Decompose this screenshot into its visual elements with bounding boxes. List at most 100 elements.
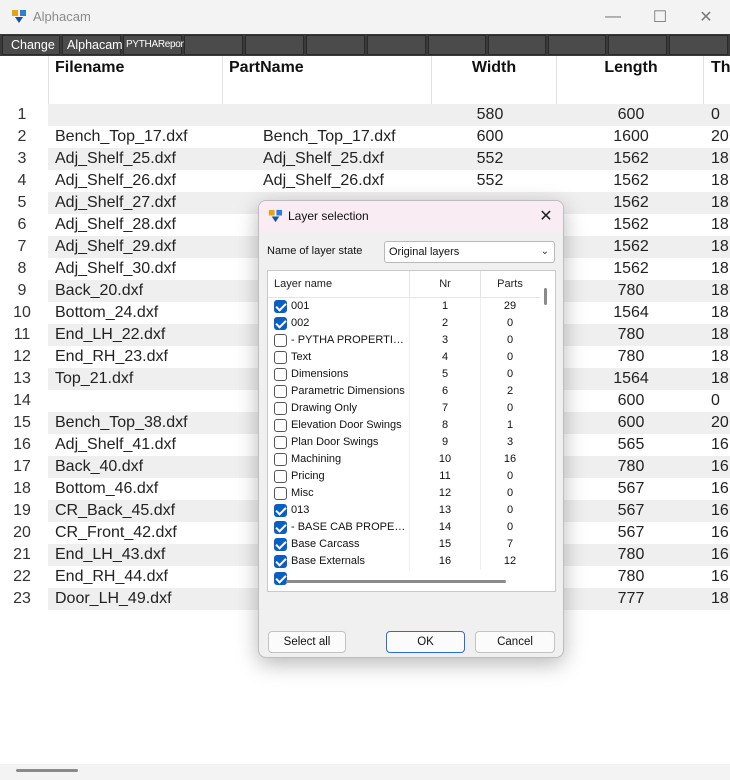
cell-length[interactable]: 1562 xyxy=(566,148,696,170)
layer-checkbox[interactable] xyxy=(274,470,287,483)
close-button[interactable]: ✕ xyxy=(683,0,729,34)
row-number[interactable]: 4 xyxy=(0,170,44,192)
header-length[interactable]: Length xyxy=(566,56,696,104)
cell-length[interactable]: 780 xyxy=(566,280,696,302)
cell-thickness[interactable]: 18 xyxy=(711,588,729,610)
cell-partname[interactable]: Bench_Top_17.dxf xyxy=(263,126,396,148)
row-number[interactable]: 18 xyxy=(0,478,44,500)
layer-state-select[interactable]: Original layers ⌄ xyxy=(384,241,555,263)
layer-row[interactable]: Base Carcass 15 7 xyxy=(268,536,540,553)
layer-list[interactable]: Layer name Nr Parts 001 1 29 002 2 0- PYTHA P… xyxy=(267,270,556,592)
cell-length[interactable]: 1564 xyxy=(566,302,696,324)
layer-checkbox[interactable] xyxy=(274,572,287,585)
row-number[interactable]: 22 xyxy=(0,566,44,588)
row-number[interactable]: 6 xyxy=(0,214,44,236)
layer-row[interactable]: Base Externals 16 12 xyxy=(268,553,540,570)
layer-row[interactable]: 002 2 0 xyxy=(268,315,540,332)
cell-filename[interactable]: Adj_Shelf_29.dxf xyxy=(55,236,176,258)
layer-checkbox[interactable] xyxy=(274,555,287,568)
column-layer-name[interactable]: Layer name xyxy=(274,278,332,290)
cell-length[interactable]: 1562 xyxy=(566,258,696,280)
cell-length[interactable]: 1562 xyxy=(566,236,696,258)
row-number[interactable]: 3 xyxy=(0,148,44,170)
cell-length[interactable]: 1562 xyxy=(566,214,696,236)
cell-filename[interactable]: End_RH_44.dxf xyxy=(55,566,168,588)
layer-list-horizontal-scrollbar[interactable] xyxy=(286,580,506,583)
toolbar-empty-button-5[interactable] xyxy=(428,35,486,55)
cell-thickness[interactable]: 16 xyxy=(711,434,729,456)
table-row[interactable]: 3 Adj_Shelf_25.dxf Adj_Shelf_25.dxf 552 1562… xyxy=(0,148,730,170)
layer-row[interactable]: 001 1 29 xyxy=(268,298,540,315)
header-partname[interactable]: PartName xyxy=(229,56,304,104)
layer-checkbox[interactable] xyxy=(274,334,287,347)
cell-filename[interactable]: End_LH_43.dxf xyxy=(55,544,165,566)
cell-filename[interactable]: Adj_Shelf_25.dxf xyxy=(55,148,176,170)
cell-thickness[interactable]: 16 xyxy=(711,500,729,522)
cancel-button[interactable]: Cancel xyxy=(475,631,555,653)
header-width[interactable]: Width xyxy=(440,56,548,104)
row-number[interactable]: 20 xyxy=(0,522,44,544)
cell-thickness[interactable]: 16 xyxy=(711,456,729,478)
cell-length[interactable]: 1562 xyxy=(566,192,696,214)
layer-row[interactable]: 013 13 0 xyxy=(268,502,540,519)
cell-thickness[interactable]: 20 xyxy=(711,412,729,434)
cell-thickness[interactable]: 16 xyxy=(711,522,729,544)
layer-row[interactable]: Plan Door Swings 9 3 xyxy=(268,434,540,451)
row-number[interactable]: 2 xyxy=(0,126,44,148)
cell-filename[interactable]: CR_Back_45.dxf xyxy=(55,500,175,522)
row-number[interactable]: 5 xyxy=(0,192,44,214)
layer-checkbox[interactable] xyxy=(274,538,287,551)
row-number[interactable]: 16 xyxy=(0,434,44,456)
header-thickness[interactable]: Th xyxy=(711,56,730,104)
cell-length[interactable]: 780 xyxy=(566,566,696,588)
alphacam-button[interactable]: Alphacam xyxy=(62,35,123,55)
cell-filename[interactable]: Adj_Shelf_28.dxf xyxy=(55,214,176,236)
layer-checkbox[interactable] xyxy=(274,317,287,330)
cell-filename[interactable]: Bottom_24.dxf xyxy=(55,302,158,324)
row-number[interactable]: 7 xyxy=(0,236,44,258)
layer-checkbox[interactable] xyxy=(274,368,287,381)
toolbar-empty-button-2[interactable] xyxy=(245,35,304,55)
minimize-button[interactable]: — xyxy=(590,0,636,34)
layer-checkbox[interactable] xyxy=(274,385,287,398)
cell-thickness[interactable]: 18 xyxy=(711,192,729,214)
cell-filename[interactable]: Back_40.dxf xyxy=(55,456,143,478)
layer-checkbox[interactable] xyxy=(274,351,287,364)
row-number[interactable]: 15 xyxy=(0,412,44,434)
cell-length[interactable]: 600 xyxy=(566,104,696,126)
row-number[interactable]: 23 xyxy=(0,588,44,610)
change-button[interactable]: Change xyxy=(2,35,60,55)
row-number[interactable]: 13 xyxy=(0,368,44,390)
cell-filename[interactable]: Top_21.dxf xyxy=(55,368,133,390)
cell-length[interactable]: 567 xyxy=(566,522,696,544)
cell-filename[interactable]: End_RH_23.dxf xyxy=(55,346,168,368)
cell-thickness[interactable]: 18 xyxy=(711,346,729,368)
table-row[interactable]: 1 580 600 0 xyxy=(0,104,730,126)
cell-length[interactable]: 1562 xyxy=(566,170,696,192)
row-number[interactable]: 21 xyxy=(0,544,44,566)
cell-filename[interactable]: Adj_Shelf_30.dxf xyxy=(55,258,176,280)
layer-list-vertical-scrollbar[interactable] xyxy=(544,288,547,305)
row-number[interactable]: 14 xyxy=(0,390,44,412)
layer-row[interactable]: Text 4 0 xyxy=(268,349,540,366)
cell-length[interactable]: 600 xyxy=(566,412,696,434)
horizontal-scrollbar[interactable] xyxy=(16,769,78,772)
layer-row[interactable]: - BASE CAB PROPERT... 14 0 xyxy=(268,519,540,536)
cell-thickness[interactable]: 18 xyxy=(711,236,729,258)
cell-partname[interactable]: Adj_Shelf_25.dxf xyxy=(263,148,384,170)
cell-length[interactable]: 1600 xyxy=(566,126,696,148)
cell-filename[interactable]: CR_Front_42.dxf xyxy=(55,522,177,544)
cell-length[interactable]: 1564 xyxy=(566,368,696,390)
layer-row[interactable]: Misc 12 0 xyxy=(268,485,540,502)
cell-thickness[interactable]: 18 xyxy=(711,214,729,236)
layer-checkbox[interactable] xyxy=(274,504,287,517)
cell-filename[interactable]: Bench_Top_38.dxf xyxy=(55,412,188,434)
dialog-close-icon[interactable]: ✕ xyxy=(529,201,563,231)
select-all-button[interactable]: Select all xyxy=(268,631,346,653)
layer-checkbox[interactable] xyxy=(274,521,287,534)
cell-length[interactable]: 780 xyxy=(566,324,696,346)
cell-length[interactable]: 567 xyxy=(566,478,696,500)
cell-filename[interactable]: Adj_Shelf_26.dxf xyxy=(55,170,176,192)
column-parts[interactable]: Parts xyxy=(482,278,538,290)
cell-thickness[interactable]: 18 xyxy=(711,302,729,324)
